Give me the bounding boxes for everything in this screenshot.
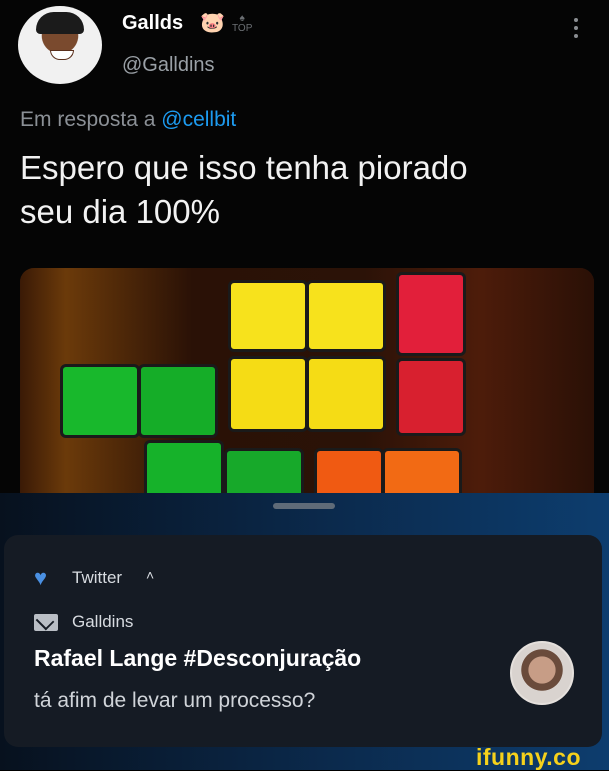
mail-icon bbox=[34, 614, 58, 631]
ifunny-watermark: ifunny.co bbox=[476, 744, 582, 770]
tetris-green-block bbox=[224, 448, 304, 495]
avatar-hair bbox=[36, 12, 84, 34]
avatar-smile bbox=[50, 50, 74, 60]
author-handle[interactable]: @Galldins bbox=[122, 54, 215, 77]
notification-shade: ♥ Twitter ˄ Galldins Rafael Lange #Desco… bbox=[0, 493, 609, 770]
reply-context: Em resposta a @cellbit bbox=[20, 108, 236, 132]
twitter-heart-icon: ♥ bbox=[34, 565, 48, 590]
notification-sender: Galldins bbox=[72, 612, 134, 631]
notification-text: tá afim de levar um processo? bbox=[34, 689, 316, 712]
tetris-red-block bbox=[396, 272, 466, 356]
notification-avatar bbox=[510, 641, 574, 705]
tetris-yellow-block bbox=[228, 280, 308, 352]
top-badge: ♠ TOP bbox=[232, 14, 252, 34]
tweet-container: Gallds 🐷 ♠ TOP @Galldins Em resposta a @… bbox=[0, 0, 609, 495]
chevron-up-icon[interactable]: ˄ bbox=[146, 567, 154, 583]
author-avatar[interactable] bbox=[18, 6, 102, 84]
reply-mention-link[interactable]: @cellbit bbox=[161, 108, 236, 131]
pig-emoji-icon: 🐷 bbox=[200, 12, 225, 34]
tetris-yellow-block bbox=[228, 356, 308, 432]
notification-app-name: Twitter bbox=[72, 568, 123, 587]
tetris-orange-block bbox=[314, 448, 384, 495]
tetris-yellow-block bbox=[306, 280, 386, 352]
author-name[interactable]: Gallds bbox=[122, 12, 183, 35]
notification-title: Rafael Lange #Desconjuração bbox=[34, 645, 362, 671]
tweet-text: Espero que isso tenha piorado seu dia 10… bbox=[20, 146, 580, 234]
tetris-orange-block bbox=[382, 448, 462, 495]
tweet-text-line-1: Espero que isso tenha piorado bbox=[20, 149, 468, 186]
tetris-green-block bbox=[60, 364, 140, 438]
tweet-media-image[interactable] bbox=[20, 268, 594, 495]
tweet-text-line-2: seu dia 100% bbox=[20, 193, 220, 230]
tetris-green-block bbox=[138, 364, 218, 438]
tetris-green-block bbox=[144, 440, 224, 495]
reply-prefix: Em resposta a bbox=[20, 108, 156, 131]
shade-drag-handle[interactable] bbox=[273, 503, 335, 509]
tetris-yellow-block bbox=[306, 356, 386, 432]
top-badge-label: TOP bbox=[232, 23, 253, 34]
more-options-icon[interactable] bbox=[574, 18, 578, 42]
tetris-red-block bbox=[396, 358, 466, 436]
notification-card[interactable] bbox=[4, 535, 602, 747]
